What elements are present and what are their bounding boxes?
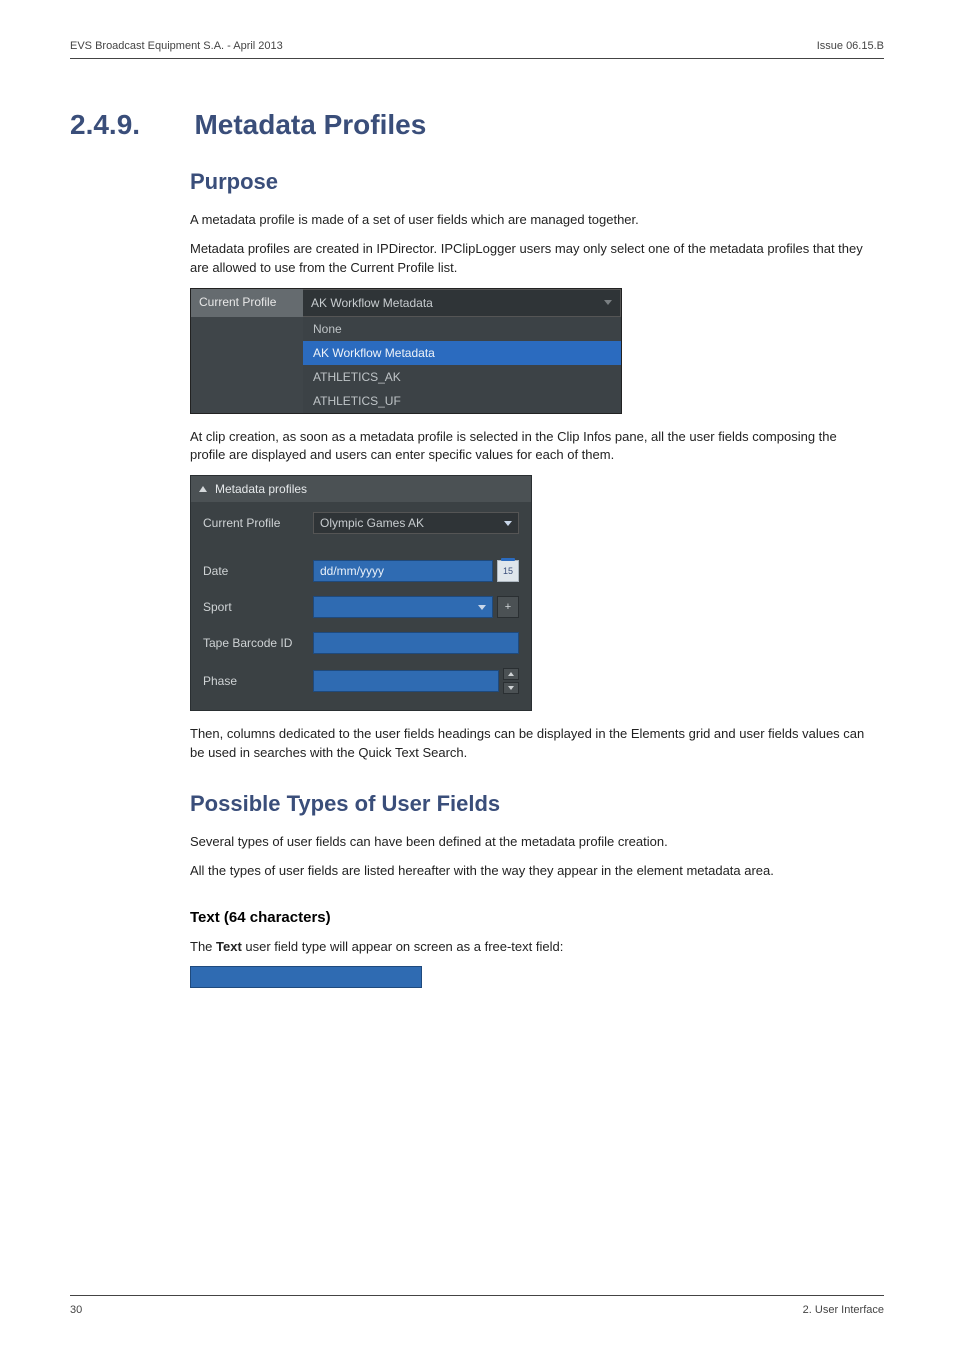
purpose-p1: A metadata profile is made of a set of u… <box>190 211 870 230</box>
types-p2: All the types of user fields are listed … <box>190 862 870 881</box>
profile-option[interactable]: AK Workflow Metadata <box>303 341 621 365</box>
free-text-field[interactable] <box>190 966 422 988</box>
purpose-p2: Metadata profiles are created in IPDirec… <box>190 240 870 278</box>
chevron-down-icon <box>478 605 486 610</box>
footer-page-number: 30 <box>70 1304 82 1316</box>
current-profile-dropdown-screenshot: Current Profile AK Workflow Metadata Non… <box>190 288 622 414</box>
add-icon[interactable]: + <box>497 596 519 618</box>
profile-option[interactable]: ATHLETICS_UF <box>303 389 621 413</box>
phase-stepper[interactable] <box>503 668 519 694</box>
step-up-icon[interactable] <box>503 668 519 680</box>
tape-barcode-input[interactable] <box>313 632 519 654</box>
sport-select[interactable] <box>313 596 493 618</box>
section-heading-row: 2.4.9. Metadata Profiles <box>70 109 884 141</box>
page-footer: 30 2. User Interface <box>70 1295 884 1316</box>
current-profile-label: Current Profile <box>191 289 303 317</box>
chevron-down-icon <box>504 521 512 526</box>
date-label: Date <box>203 564 313 578</box>
current-profile-value: Olympic Games AK <box>320 516 424 530</box>
metadata-profiles-panel-header[interactable]: Metadata profiles <box>191 476 531 502</box>
possible-types-heading: Possible Types of User Fields <box>190 791 884 817</box>
current-profile-options: None AK Workflow Metadata ATHLETICS_AK A… <box>303 317 621 413</box>
phase-input[interactable] <box>313 670 499 692</box>
date-input[interactable]: dd/mm/yyyy <box>313 560 493 582</box>
calendar-icon[interactable]: 15 <box>497 560 519 582</box>
chevron-up-icon <box>199 486 207 492</box>
current-profile-select[interactable]: Olympic Games AK <box>313 512 519 534</box>
text64-heading: Text (64 characters) <box>190 909 884 926</box>
types-p1: Several types of user fields can have be… <box>190 833 870 852</box>
header-rule <box>70 58 884 59</box>
tape-barcode-label: Tape Barcode ID <box>203 636 313 650</box>
after-shot2-paragraph: Then, columns dedicated to the user fiel… <box>190 725 870 763</box>
section-title: Metadata Profiles <box>194 109 426 141</box>
profile-option[interactable]: ATHLETICS_AK <box>303 365 621 389</box>
current-profile-select[interactable]: AK Workflow Metadata <box>303 289 621 317</box>
metadata-profiles-panel-title: Metadata profiles <box>215 482 307 496</box>
chevron-down-icon <box>604 300 612 305</box>
page-header: EVS Broadcast Equipment S.A. - April 201… <box>70 40 884 58</box>
date-placeholder: dd/mm/yyyy <box>320 564 384 578</box>
phase-label: Phase <box>203 674 313 688</box>
text64-pre: The <box>190 939 216 954</box>
profile-option[interactable]: None <box>303 317 621 341</box>
section-number: 2.4.9. <box>70 109 190 141</box>
footer-section-label: 2. User Interface <box>803 1304 884 1316</box>
document-page: EVS Broadcast Equipment S.A. - April 201… <box>0 0 954 1350</box>
metadata-profiles-panel-screenshot: Metadata profiles Current Profile Olympi… <box>190 475 532 711</box>
current-profile-label: Current Profile <box>203 516 313 530</box>
text64-line: The Text user field type will appear on … <box>190 938 870 957</box>
text64-bold: Text <box>216 939 242 954</box>
current-profile-selected: AK Workflow Metadata <box>311 296 433 310</box>
header-right: Issue 06.15.B <box>817 40 884 52</box>
header-left: EVS Broadcast Equipment S.A. - April 201… <box>70 40 283 52</box>
text64-post: user field type will appear on screen as… <box>242 939 564 954</box>
section-body: Purpose A metadata profile is made of a … <box>190 169 884 988</box>
step-down-icon[interactable] <box>503 682 519 694</box>
sport-label: Sport <box>203 600 313 614</box>
purpose-heading: Purpose <box>190 169 884 195</box>
after-shot1-paragraph: At clip creation, as soon as a metadata … <box>190 428 870 466</box>
